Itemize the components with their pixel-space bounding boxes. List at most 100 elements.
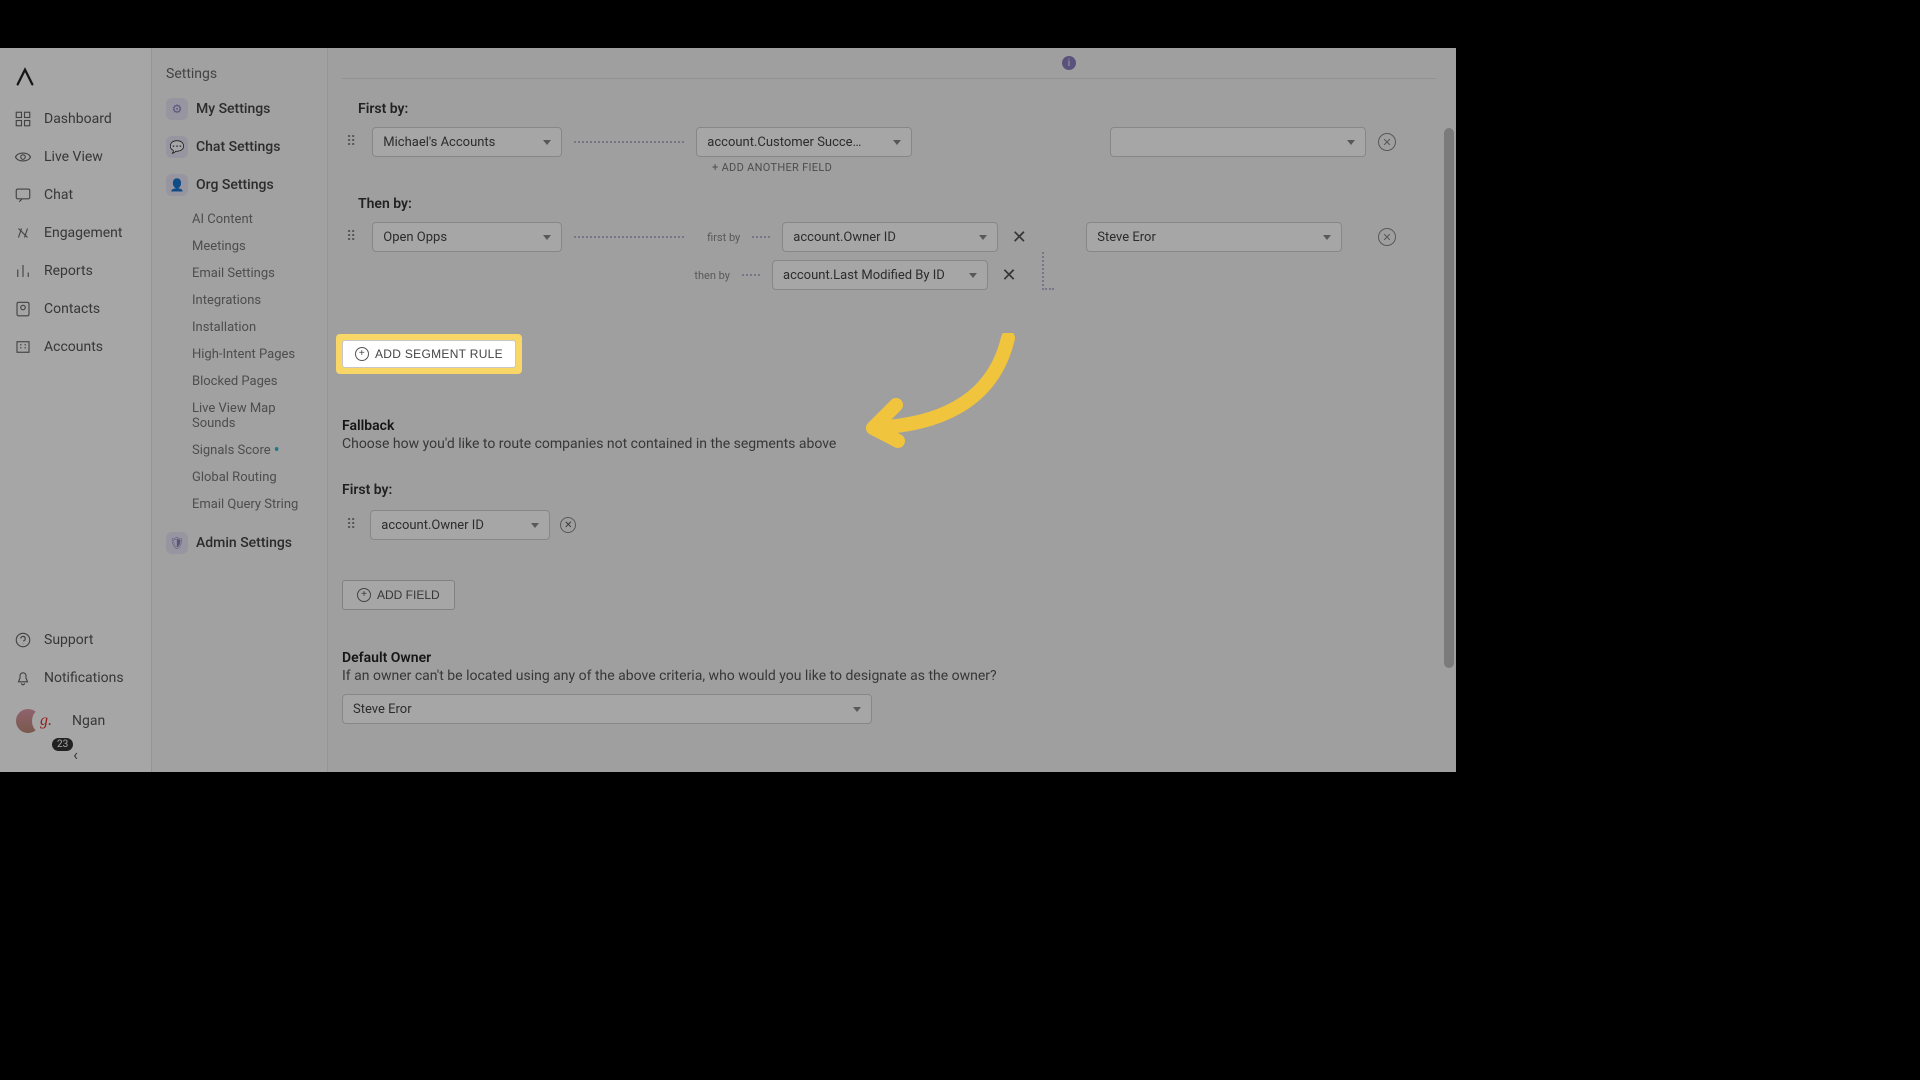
nav-label: Notifications: [44, 670, 124, 686]
connector-line: [574, 141, 684, 143]
plus-circle-icon: +: [357, 588, 371, 602]
org-icon: 👤: [166, 174, 188, 196]
user-name: Ngan: [72, 713, 105, 729]
nav-reports[interactable]: Reports: [0, 252, 151, 290]
chat-icon: 💬: [166, 136, 188, 158]
drag-handle-icon[interactable]: ⠿: [342, 229, 360, 245]
nav-notifications[interactable]: Notifications: [0, 659, 151, 697]
sub-meetings[interactable]: Meetings: [162, 233, 317, 260]
org-settings-group[interactable]: 👤Org Settings: [162, 168, 317, 202]
sub-global-routing[interactable]: Global Routing: [162, 464, 317, 491]
nav-liveview[interactable]: Live View: [0, 138, 151, 176]
nav-contacts[interactable]: Contacts: [0, 290, 151, 328]
add-segment-rule-button[interactable]: + ADD SEGMENT RULE: [342, 340, 516, 368]
nav-label: Reports: [44, 263, 93, 279]
admin-settings-group[interactable]: 🛡Admin Settings: [162, 526, 317, 560]
fallback-desc: Choose how you'd like to route companies…: [342, 436, 1436, 452]
connector-line: [574, 236, 684, 238]
engagement-icon: [14, 224, 32, 242]
default-owner-desc: If an owner can't be located using any o…: [342, 668, 1436, 684]
remove-rule-icon[interactable]: ✕: [1378, 133, 1396, 151]
remove-field-icon[interactable]: ✕: [1010, 228, 1028, 246]
nav-accounts[interactable]: Accounts: [0, 328, 151, 366]
sub-signals-score[interactable]: Signals Score: [162, 437, 317, 464]
owner-dropdown[interactable]: [1110, 127, 1366, 157]
support-icon: [14, 631, 32, 649]
sidebar-primary: Dashboard Live View Chat Engagement Repo…: [0, 48, 152, 772]
rule-row-1: ⠿ Michael's Accounts account.Customer Su…: [342, 127, 1436, 157]
nav-label: Accounts: [44, 339, 103, 355]
info-icon[interactable]: i: [1062, 56, 1076, 70]
add-field-button[interactable]: + ADD FIELD: [342, 580, 455, 610]
nav-support[interactable]: Support: [0, 621, 151, 659]
drag-handle-icon[interactable]: ⠿: [342, 517, 360, 533]
nav-chat[interactable]: Chat: [0, 176, 151, 214]
add-segment-rule-highlight: + ADD SEGMENT RULE: [342, 340, 516, 368]
add-another-field-link[interactable]: + ADD ANOTHER FIELD: [712, 161, 1436, 174]
sub-blocked-pages[interactable]: Blocked Pages: [162, 368, 317, 395]
gear-icon: ⚙: [166, 98, 188, 120]
remove-field-icon[interactable]: ✕: [1000, 266, 1018, 284]
badge-count: 23: [52, 738, 73, 751]
chat-settings-group[interactable]: 💬Chat Settings: [162, 130, 317, 164]
field-dropdown[interactable]: account.Last Modified By ID: [772, 260, 988, 290]
segment-dropdown[interactable]: Michael's Accounts: [372, 127, 562, 157]
app-logo: [0, 58, 151, 100]
fallback-section: Fallback Choose how you'd like to route …: [342, 418, 1436, 452]
nav-label: Live View: [44, 149, 103, 165]
sub-installation[interactable]: Installation: [162, 314, 317, 341]
fallback-title: Fallback: [342, 418, 1436, 434]
remove-field-icon[interactable]: ✕: [560, 517, 576, 533]
then-by-label: Then by:: [358, 196, 1436, 212]
first-by-label: First by:: [358, 101, 1436, 117]
nav-label: Support: [44, 632, 93, 648]
sidebar-secondary: Settings ⚙My Settings 💬Chat Settings 👤Or…: [152, 48, 328, 772]
scrollbar-thumb[interactable]: [1444, 128, 1454, 668]
dashboard-icon: [14, 110, 32, 128]
sub-live-view-sounds[interactable]: Live View Map Sounds: [162, 395, 317, 437]
nav-engagement[interactable]: Engagement: [0, 214, 151, 252]
rule-row-2b: then by account.Last Modified By ID ✕: [686, 260, 1436, 290]
connector-line: [752, 236, 770, 238]
nav-label: Chat: [44, 187, 73, 203]
bell-icon: [14, 669, 32, 687]
first-by-sublabel: first by: [696, 231, 740, 244]
chat-icon: [14, 186, 32, 204]
collapse-sidebar[interactable]: ‹: [0, 745, 151, 772]
fallback-first-by-label: First by:: [342, 482, 1436, 498]
sub-high-intent[interactable]: High-Intent Pages: [162, 341, 317, 368]
segment-dropdown[interactable]: Open Opps: [372, 222, 562, 252]
field-dropdown[interactable]: account.Customer Succe…: [696, 127, 912, 157]
nav-label: Engagement: [44, 225, 122, 241]
nav-label: Dashboard: [44, 111, 112, 127]
avatar-g: g.: [32, 707, 60, 735]
scrollbar[interactable]: [1442, 48, 1456, 772]
remove-rule-icon[interactable]: ✕: [1378, 228, 1396, 246]
nav-dashboard[interactable]: Dashboard: [0, 100, 151, 138]
accounts-icon: [14, 338, 32, 356]
sub-email-query[interactable]: Email Query String: [162, 491, 317, 518]
owner-dropdown[interactable]: Steve Eror: [1086, 222, 1342, 252]
default-owner-title: Default Owner: [342, 650, 1436, 666]
rule-row-2a: ⠿ Open Opps first by account.Owner ID ✕ …: [342, 222, 1436, 252]
sub-ai-content[interactable]: AI Content: [162, 206, 317, 233]
plus-circle-icon: +: [355, 347, 369, 361]
user-row[interactable]: g. 23 Ngan: [0, 697, 151, 745]
sub-integrations[interactable]: Integrations: [162, 287, 317, 314]
contacts-icon: [14, 300, 32, 318]
fallback-row: ⠿ account.Owner ID ✕: [342, 510, 1436, 540]
sub-email-settings[interactable]: Email Settings: [162, 260, 317, 287]
settings-title: Settings: [166, 66, 313, 82]
nav-label: Contacts: [44, 301, 100, 317]
then-by-sublabel: then by: [686, 269, 730, 282]
admin-icon: 🛡: [166, 532, 188, 554]
main-content: i First by: ⠿ Michael's Accounts account…: [328, 48, 1456, 772]
default-owner-dropdown[interactable]: Steve Eror: [342, 694, 872, 724]
liveview-icon: [14, 148, 32, 166]
fallback-field-dropdown[interactable]: account.Owner ID: [370, 510, 550, 540]
reports-icon: [14, 262, 32, 280]
my-settings-group[interactable]: ⚙My Settings: [162, 92, 317, 126]
drag-handle-icon[interactable]: ⠿: [342, 134, 360, 150]
field-dropdown[interactable]: account.Owner ID: [782, 222, 998, 252]
connector-line: [742, 274, 760, 276]
